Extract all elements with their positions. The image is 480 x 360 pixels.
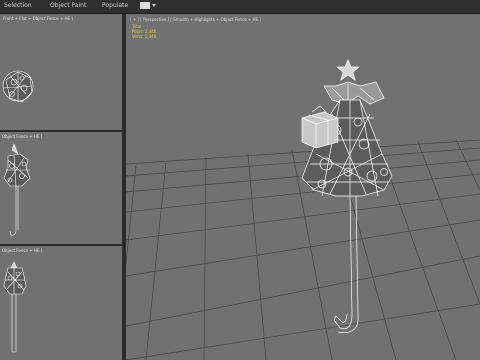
viewport-top[interactable]: Front + Flat + Object Fence + HE ] bbox=[0, 14, 122, 130]
ribbon-bar: Selection Object Paint Populate bbox=[0, 0, 480, 14]
menu-object-paint[interactable]: Object Paint bbox=[50, 2, 86, 10]
viewport-perspective-label[interactable]: [ + ] [ Perspective ] [ Smooth + Highlig… bbox=[130, 17, 261, 22]
viewport-left[interactable]: Object Fence + HE ] bbox=[0, 246, 122, 360]
stats-verts: Verts: 1,349 bbox=[132, 34, 157, 39]
ornament-wire-front bbox=[3, 143, 31, 236]
viewport-perspective[interactable]: [ + ] [ Perspective ] [ Smooth + Highlig… bbox=[126, 14, 480, 360]
menu-selection[interactable]: Selection bbox=[4, 2, 32, 10]
statistics-overlay: Total Polys: 2,446 Verts: 1,349 bbox=[132, 24, 156, 39]
viewport-front[interactable]: Object Fence + HE ] bbox=[0, 132, 122, 244]
ornament-wire-left bbox=[3, 261, 27, 353]
ribbon-toggle-icon[interactable] bbox=[140, 2, 150, 9]
menu-populate[interactable]: Populate bbox=[102, 2, 128, 10]
christmas-ornament-wireframe[interactable] bbox=[301, 59, 393, 333]
perspective-grid bbox=[126, 59, 480, 360]
ornament-wire-top bbox=[2, 70, 34, 103]
chevron-down-icon[interactable] bbox=[152, 4, 156, 7]
